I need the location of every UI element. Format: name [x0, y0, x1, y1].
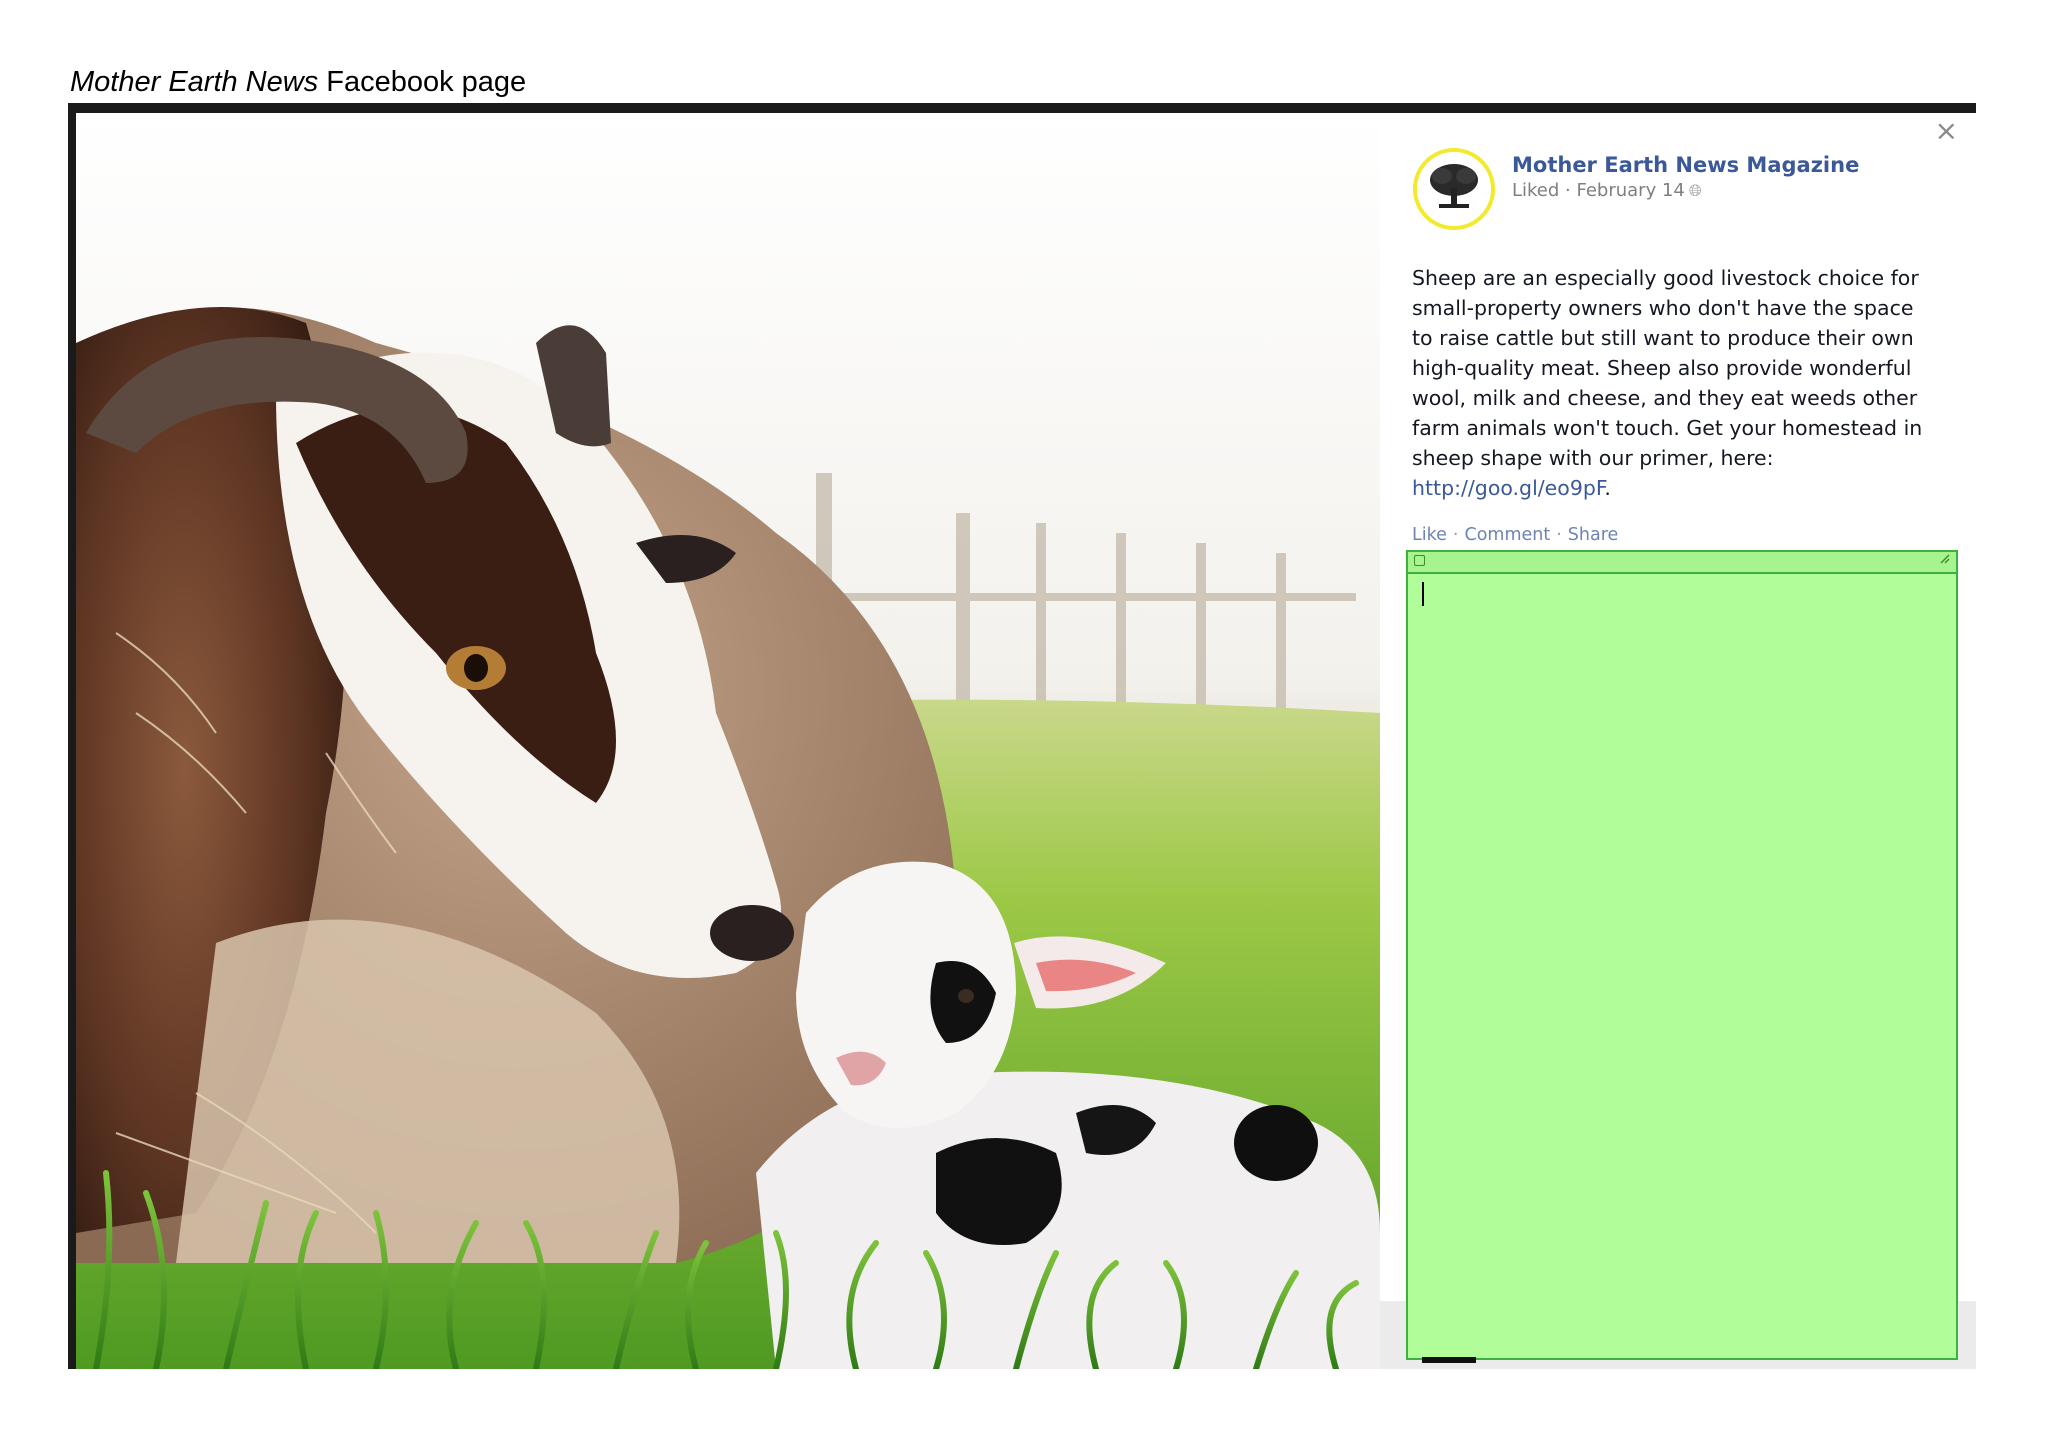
caption-italic: Mother Earth News — [70, 66, 319, 98]
comment-annotation-box[interactable] — [1406, 550, 1958, 1360]
comment-textarea[interactable] — [1416, 578, 1948, 1350]
like-link[interactable]: Like — [1412, 525, 1447, 545]
resize-icon[interactable] — [1940, 554, 1950, 564]
page-avatar[interactable] — [1413, 148, 1495, 230]
tree-logo-icon — [1417, 152, 1491, 226]
post-body: Sheep are an especially good livestock c… — [1412, 263, 1932, 503]
separator-dot: · — [1452, 525, 1459, 545]
globe-icon[interactable]: 🌐︎ — [1689, 181, 1702, 200]
post-body-text: Sheep are an especially good livestock c… — [1412, 266, 1923, 470]
note-icon[interactable] — [1414, 555, 1425, 566]
comment-link[interactable]: Comment — [1464, 525, 1550, 545]
post-link[interactable]: http://goo.gl/eo9pF — [1412, 476, 1604, 500]
separator-dot: · — [1556, 525, 1562, 545]
close-icon[interactable]: × — [1935, 117, 1958, 145]
share-link[interactable]: Share — [1568, 525, 1619, 545]
post-body-end: . — [1604, 476, 1611, 500]
post-meta-text: Liked · February 14 — [1512, 180, 1685, 201]
figure-caption: Mother Earth News Facebook page — [70, 66, 526, 99]
caption-rest: Facebook page — [318, 66, 527, 98]
post-meta: Liked · February 14 🌐︎ — [1512, 180, 1702, 201]
bottom-tab-marker — [1422, 1357, 1476, 1363]
post-photo[interactable] — [76, 113, 1380, 1369]
sheep-photo-illustration — [76, 113, 1380, 1369]
page-name-link[interactable]: Mother Earth News Magazine — [1512, 153, 1859, 177]
comment-box-title-bar[interactable] — [1408, 552, 1956, 574]
post-actions: Like · Comment · Share — [1412, 525, 1618, 545]
